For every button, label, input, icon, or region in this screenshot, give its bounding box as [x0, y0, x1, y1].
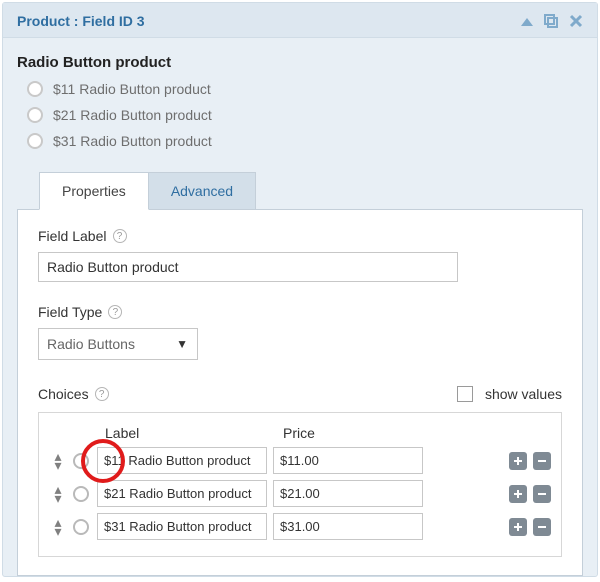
remove-choice-button[interactable] — [533, 518, 551, 536]
collapse-icon[interactable] — [521, 16, 533, 26]
drag-handle-icon[interactable]: ▴▾ — [49, 485, 67, 502]
radio-icon — [27, 81, 43, 97]
field-panel: Product : Field ID 3 Radio Button produc… — [2, 2, 598, 577]
choices-label: Choices — [38, 386, 89, 402]
duplicate-icon[interactable] — [543, 13, 559, 29]
field-label-text: Field Label — [38, 228, 107, 244]
choice-label-input[interactable] — [97, 513, 267, 540]
tab-advanced[interactable]: Advanced — [149, 172, 256, 210]
choices-card: Label Price ▴▾ ▴▾ — [38, 412, 562, 557]
column-price: Price — [275, 425, 425, 441]
radio-icon — [27, 107, 43, 123]
close-icon[interactable] — [569, 14, 583, 28]
choice-row: ▴▾ — [49, 447, 551, 474]
field-type-select-wrap: ▼ — [38, 328, 198, 360]
tab-properties[interactable]: Properties — [39, 172, 149, 210]
preview-radio-option[interactable]: $21 Radio Button product — [27, 107, 583, 123]
remove-choice-button[interactable] — [533, 452, 551, 470]
add-choice-button[interactable] — [509, 485, 527, 503]
choice-label-input[interactable] — [97, 447, 267, 474]
show-values-label: show values — [485, 386, 562, 402]
choice-row-actions — [429, 485, 551, 503]
default-radio[interactable] — [73, 486, 89, 502]
panel-title: Product : Field ID 3 — [17, 13, 521, 29]
add-choice-button[interactable] — [509, 452, 527, 470]
drag-handle-icon[interactable]: ▴▾ — [49, 452, 67, 469]
field-label-input[interactable] — [38, 252, 458, 282]
field-type-text: Field Type — [38, 304, 102, 320]
choices-header: Choices ? show values — [38, 386, 562, 402]
choice-price-input[interactable] — [273, 480, 423, 507]
column-label: Label — [105, 425, 275, 441]
help-icon[interactable]: ? — [108, 305, 122, 319]
properties-card: Field Label ? Field Type ? ▼ Choices ? s… — [17, 209, 583, 576]
choice-row-actions — [429, 518, 551, 536]
preview-option-label: $31 Radio Button product — [53, 133, 212, 149]
preview-field-title: Radio Button product — [17, 54, 583, 71]
field-type-select[interactable] — [38, 328, 198, 360]
preview-radio-option[interactable]: $31 Radio Button product — [27, 133, 583, 149]
default-radio[interactable] — [73, 519, 89, 535]
choices-columns: Label Price — [49, 425, 551, 441]
choice-price-input[interactable] — [273, 447, 423, 474]
preview-radio-option[interactable]: $11 Radio Button product — [27, 81, 583, 97]
panel-body: Radio Button product $11 Radio Button pr… — [3, 38, 597, 209]
choice-price-input[interactable] — [273, 513, 423, 540]
choice-row: ▴▾ — [49, 480, 551, 507]
default-radio[interactable] — [73, 453, 89, 469]
add-choice-button[interactable] — [509, 518, 527, 536]
choice-label-input[interactable] — [97, 480, 267, 507]
preview-option-label: $21 Radio Button product — [53, 107, 212, 123]
panel-header: Product : Field ID 3 — [3, 3, 597, 38]
field-label-caption: Field Label ? — [38, 228, 562, 244]
drag-handle-icon[interactable]: ▴▾ — [49, 518, 67, 535]
choice-row: ▴▾ — [49, 513, 551, 540]
help-icon[interactable]: ? — [95, 387, 109, 401]
radio-icon — [27, 133, 43, 149]
remove-choice-button[interactable] — [533, 485, 551, 503]
panel-actions — [521, 13, 583, 29]
field-type-caption: Field Type ? — [38, 304, 562, 320]
preview-option-label: $11 Radio Button product — [53, 81, 211, 97]
choice-row-actions — [429, 452, 551, 470]
help-icon[interactable]: ? — [113, 229, 127, 243]
show-values-checkbox[interactable] — [457, 386, 473, 402]
field-tabs: Properties Advanced — [39, 172, 583, 210]
